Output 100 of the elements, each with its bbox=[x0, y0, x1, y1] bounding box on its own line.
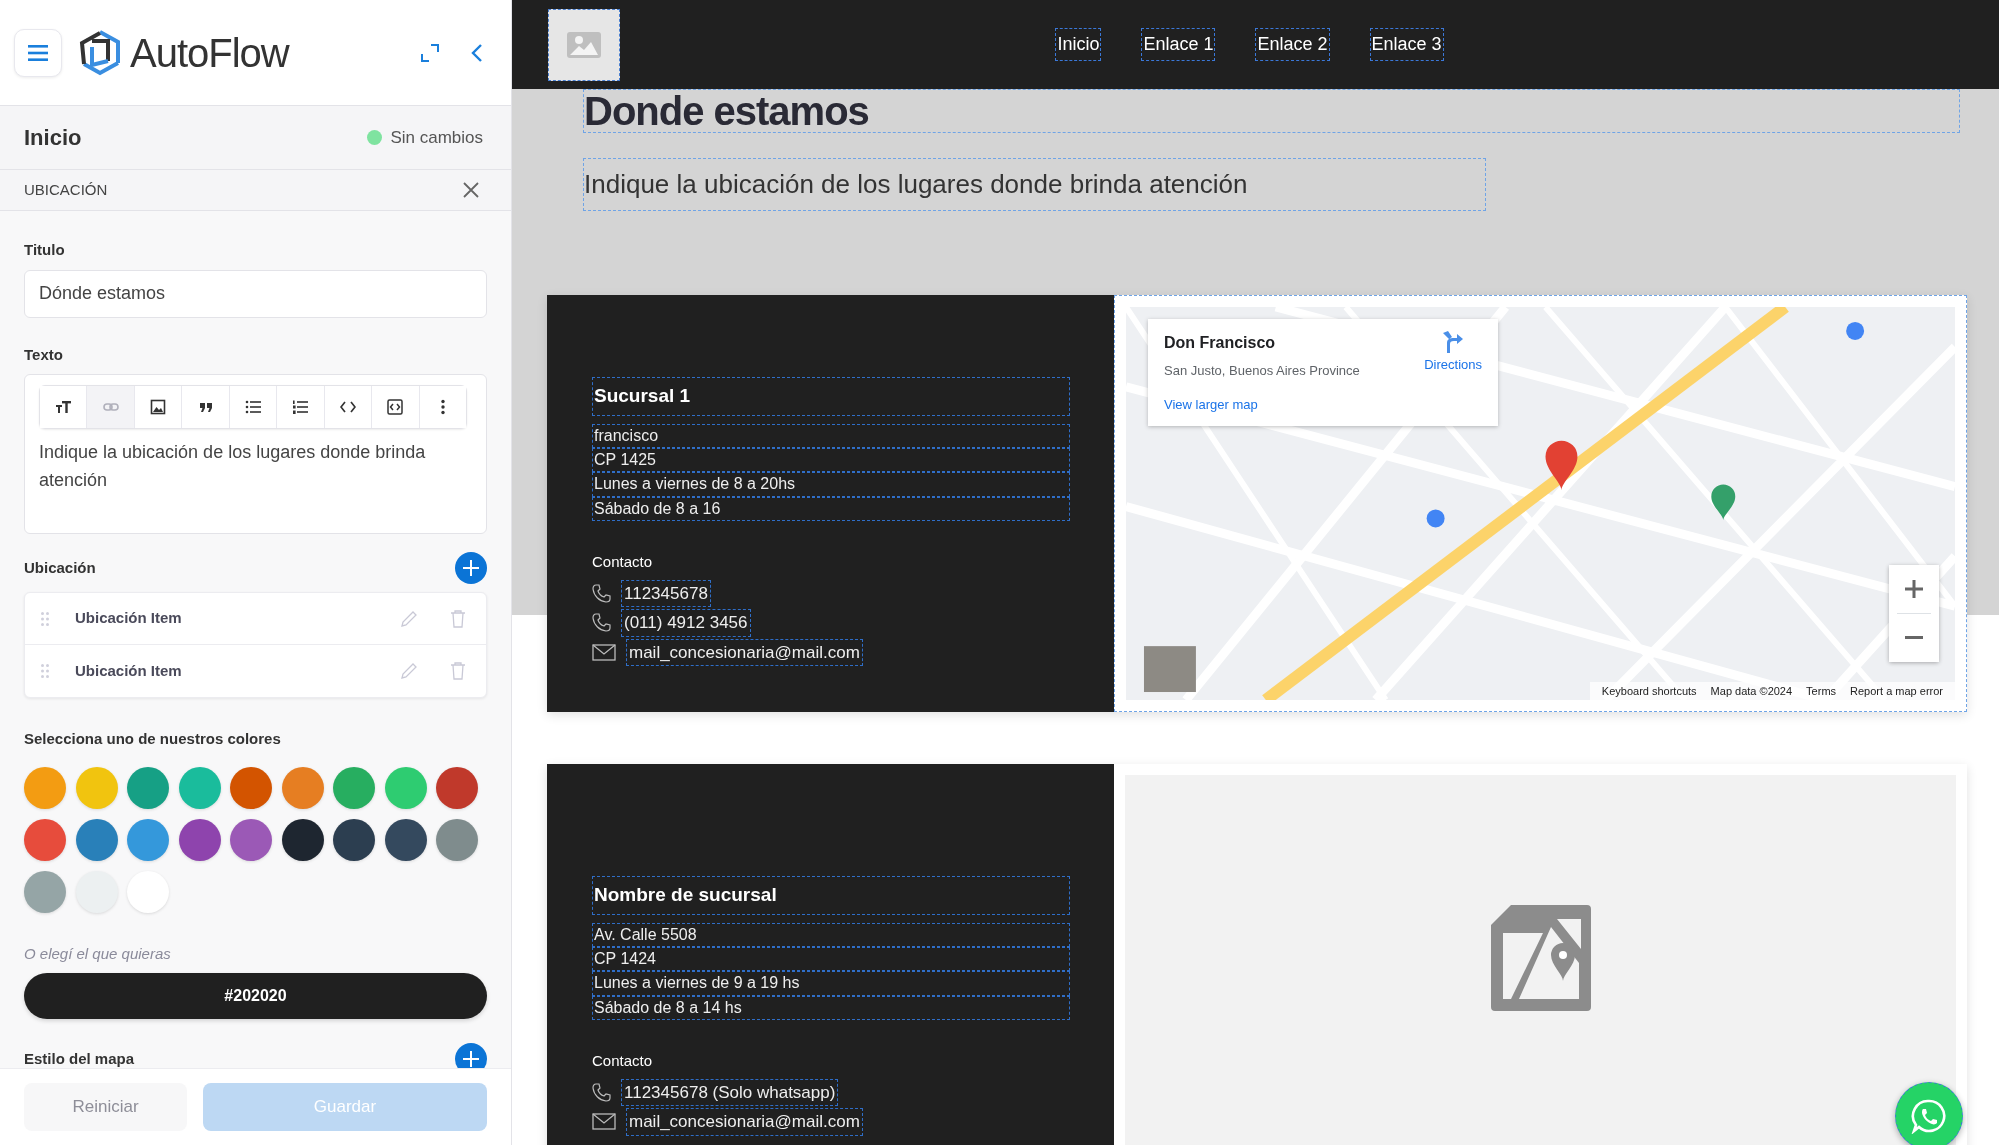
image-icon bbox=[567, 31, 601, 58]
item-label: Ubicación Item bbox=[75, 660, 182, 681]
add-button[interactable] bbox=[455, 1043, 487, 1068]
color-swatch[interactable] bbox=[333, 818, 375, 861]
color-swatch[interactable] bbox=[230, 818, 272, 861]
section-title: UBICACIÓN bbox=[24, 179, 108, 200]
branch-detail: Sábado de 8 a 16 bbox=[592, 496, 1070, 522]
phone-link[interactable]: 112345678 bbox=[621, 579, 711, 608]
code-block-icon bbox=[387, 399, 404, 416]
phone-link[interactable]: (011) 4912 3456 bbox=[621, 609, 751, 637]
branch-detail: francisco bbox=[592, 423, 1070, 448]
toolbar-button[interactable] bbox=[372, 386, 420, 429]
field-label: Titulo bbox=[24, 240, 66, 261]
field-label: Estilo del mapa bbox=[24, 1048, 135, 1068]
color-swatch[interactable] bbox=[281, 766, 324, 809]
list-item[interactable]: Ubicación Item bbox=[25, 593, 486, 646]
place-address: San Justo, Buenos Aires Province bbox=[1164, 362, 1361, 380]
status-dot-icon bbox=[367, 129, 383, 145]
toolbar-button[interactable] bbox=[40, 386, 88, 429]
color-swatch[interactable] bbox=[384, 766, 427, 809]
hint-text: O elegí el que quieras bbox=[24, 943, 172, 964]
directions-icon bbox=[1443, 331, 1464, 353]
color-swatch[interactable] bbox=[127, 766, 169, 809]
menu-button[interactable] bbox=[14, 28, 62, 77]
nav-link[interactable]: Enlace 1 bbox=[1141, 28, 1216, 61]
nav-link[interactable]: Enlace 3 bbox=[1369, 28, 1444, 61]
color-swatch[interactable] bbox=[384, 818, 427, 861]
directions-link[interactable]: Directions bbox=[1424, 331, 1482, 416]
branch-name: Sucursal 1 bbox=[592, 377, 1070, 416]
map-footer-link[interactable]: Terms bbox=[1806, 682, 1837, 699]
color-swatch[interactable] bbox=[75, 766, 118, 809]
color-swatch[interactable] bbox=[24, 870, 66, 913]
text-size-icon bbox=[55, 399, 72, 416]
phone-link[interactable]: 112345678 (Solo whatsapp) bbox=[621, 1078, 839, 1107]
phone-icon bbox=[592, 1082, 611, 1102]
color-swatch[interactable] bbox=[333, 766, 375, 809]
branch-detail: Lunes a viernes de 9 a 19 hs bbox=[592, 971, 1070, 996]
field-label: Ubicación bbox=[24, 557, 96, 578]
map-icon bbox=[1490, 905, 1591, 1011]
color-swatch[interactable] bbox=[127, 870, 169, 913]
section-subtitle: Indique la ubicación de los lugares donde brinda atención bbox=[583, 158, 1486, 211]
plus-icon bbox=[462, 559, 480, 578]
color-picker-button[interactable]: #202020 bbox=[24, 973, 487, 1020]
editor-text: Indique la ubicación de los lugares donde brinda atención bbox=[39, 441, 427, 493]
color-swatch[interactable] bbox=[436, 766, 478, 809]
email-link[interactable]: mail_concesionaria@mail.com bbox=[626, 1108, 863, 1136]
toolbar-button[interactable] bbox=[229, 386, 278, 429]
trash-icon bbox=[450, 609, 466, 628]
branch-name: Nombre de sucursal bbox=[592, 876, 1070, 915]
map-footer-link[interactable]: Map data ©2024 bbox=[1710, 682, 1793, 699]
toolbar-button[interactable] bbox=[182, 386, 230, 429]
menu-icon bbox=[28, 44, 48, 61]
pencil-icon bbox=[400, 609, 418, 628]
add-button[interactable] bbox=[455, 552, 487, 585]
branch-detail: Av. Calle 5508 bbox=[592, 922, 1070, 947]
nav-link[interactable]: Inicio bbox=[1055, 28, 1102, 61]
numbered-list-icon bbox=[292, 399, 309, 416]
zoom-in-button[interactable] bbox=[1889, 565, 1939, 613]
contact-label: Contacto bbox=[592, 1051, 654, 1072]
branch-detail: Sábado de 8 a 14 hs bbox=[592, 995, 1070, 1021]
color-swatch[interactable] bbox=[178, 766, 221, 809]
plus-icon bbox=[1905, 580, 1923, 598]
color-swatch[interactable] bbox=[178, 818, 221, 861]
drag-handle-icon[interactable] bbox=[41, 664, 49, 679]
phone-icon bbox=[592, 613, 611, 633]
toolbar-button[interactable] bbox=[134, 386, 183, 429]
map-footer-link[interactable]: Report a map error bbox=[1850, 682, 1943, 699]
field-label: Texto bbox=[24, 344, 64, 365]
section-heading: Donde estamos bbox=[583, 89, 1960, 133]
map-footer-link[interactable]: Keyboard shortcuts bbox=[1601, 682, 1697, 699]
brand-name: AutoFlow bbox=[130, 29, 289, 77]
drag-handle-icon[interactable] bbox=[41, 611, 49, 626]
branch-detail: CP 1425 bbox=[592, 447, 1070, 473]
list-item[interactable]: Ubicación Item bbox=[25, 645, 486, 698]
contact-label: Contacto bbox=[592, 552, 654, 573]
color-swatch[interactable] bbox=[281, 818, 324, 861]
color-swatch[interactable] bbox=[75, 818, 118, 861]
toolbar-button[interactable] bbox=[277, 386, 325, 429]
color-swatch[interactable] bbox=[24, 818, 66, 861]
trash-icon bbox=[450, 662, 466, 681]
minus-icon bbox=[1905, 636, 1923, 640]
title-input[interactable]: Dónde estamos bbox=[24, 269, 487, 318]
color-swatch[interactable] bbox=[127, 818, 169, 861]
nav-link[interactable]: Enlace 2 bbox=[1255, 28, 1330, 61]
expand-icon bbox=[421, 43, 439, 62]
pencil-icon bbox=[400, 662, 418, 681]
color-swatch[interactable] bbox=[230, 766, 272, 809]
color-swatch[interactable] bbox=[24, 766, 66, 809]
map-link[interactable]: View larger map bbox=[1164, 394, 1258, 414]
item-label: Ubicación Item bbox=[75, 608, 182, 629]
status-text: Sin cambios bbox=[390, 126, 483, 149]
text-editor[interactable]: Indique la ubicación de los lugares donde brinda atención bbox=[24, 374, 487, 535]
phone-icon bbox=[592, 583, 611, 603]
email-link[interactable]: mail_concesionaria@mail.com bbox=[626, 638, 863, 667]
chevron-left-icon bbox=[471, 42, 483, 63]
color-swatch[interactable] bbox=[436, 818, 478, 861]
branch-detail: Lunes a viernes de 8 a 20hs bbox=[592, 472, 1070, 497]
zoom-out-button[interactable] bbox=[1889, 614, 1939, 662]
place-name: Don Francisco bbox=[1164, 333, 1277, 353]
field-label: Selecciona uno de nuestros colores bbox=[24, 729, 282, 750]
